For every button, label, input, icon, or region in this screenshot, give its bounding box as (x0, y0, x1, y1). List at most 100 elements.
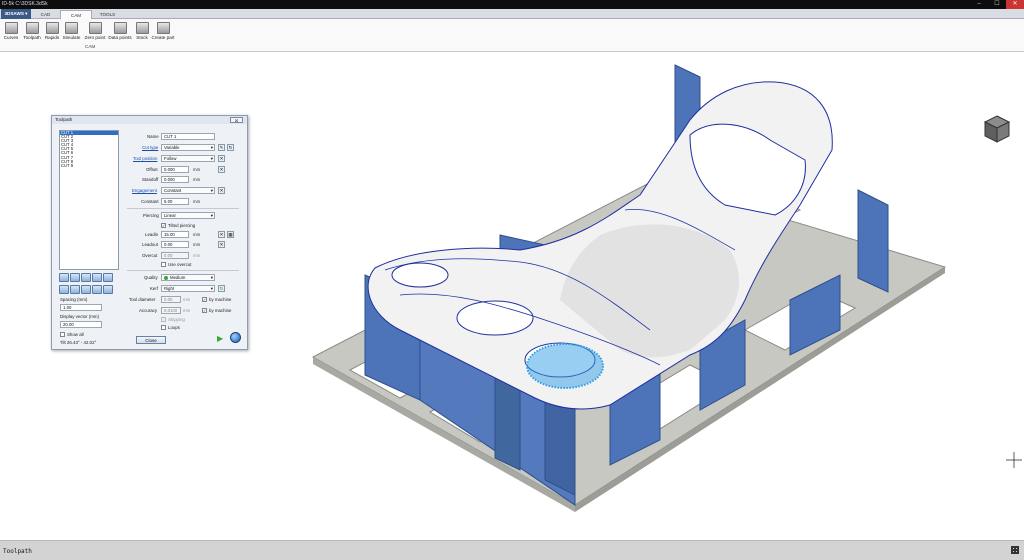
ribbon: Curves Toolpath Rapids Simulate Zero poi… (0, 19, 1024, 52)
by-machine-label: by machine (209, 308, 232, 313)
skipping-checkbox[interactable] (161, 317, 166, 322)
tool-diameter-field[interactable]: 0.00 (161, 296, 181, 303)
engagement-link[interactable]: Engagement (132, 188, 157, 193)
dialog-title: Toolpath ☒ (52, 116, 247, 124)
move-down-icon[interactable] (70, 273, 80, 282)
tool-position-link[interactable]: Tool position (133, 156, 157, 161)
curves-button[interactable]: Curves (3, 22, 19, 40)
leadin-edit-icon[interactable]: ▦ (227, 231, 234, 238)
piercing-select[interactable]: Linear (161, 212, 215, 219)
toolpath-dialog: Toolpath ☒ CUT 1 CUT 2 CUT 3 CUT 4 CUT 5 … (51, 115, 248, 350)
show-all-label: Show all (67, 332, 84, 337)
create-part-label: Create part (151, 35, 175, 40)
name-field[interactable]: CUT 1 (161, 133, 215, 140)
move-bottom-icon[interactable] (92, 273, 102, 282)
grid-icon[interactable] (1011, 546, 1019, 554)
window-controls: – ☐ ✕ (970, 0, 1024, 9)
engagement-select[interactable]: Constant (161, 187, 215, 194)
dialog-close-x-button[interactable]: ☒ (230, 117, 243, 123)
tab-cad[interactable]: CAD (33, 10, 58, 19)
skipping-label: Skipping (168, 317, 185, 322)
maximize-button[interactable]: ☐ (988, 0, 1006, 9)
stock-icon (135, 22, 149, 34)
leadin-unit: mm (193, 232, 201, 237)
help-globe-icon[interactable] (230, 332, 241, 343)
tilted-piercing-checkbox[interactable]: ✓ (161, 223, 166, 228)
refresh-icon[interactable]: ↻ (227, 144, 234, 151)
accuracy-field[interactable]: 0.0100 (161, 307, 181, 314)
rapids-button[interactable]: Rapids (44, 22, 60, 40)
kerf-label: Kerf (150, 286, 159, 291)
spacing-label: Spacing (mm) (60, 297, 88, 302)
view-cube[interactable] (983, 114, 1011, 150)
tab-cam[interactable]: CAM (60, 10, 92, 19)
join-icon[interactable] (81, 285, 91, 294)
delete-cut-icon[interactable] (70, 285, 80, 294)
quality-status-icon (164, 276, 168, 280)
pencil-icon[interactable]: ✎ (218, 144, 225, 151)
zero-point-icon (88, 22, 102, 34)
cut-list[interactable]: CUT 1 CUT 2 CUT 3 CUT 4 CUT 5 CUT 6 CUT … (59, 130, 119, 270)
toolpath-button[interactable]: Toolpath (22, 22, 42, 40)
move-up-icon[interactable] (59, 273, 69, 282)
crosshair-cursor-icon (1006, 452, 1022, 468)
tool-diameter-unit: mm (183, 297, 191, 302)
move-top-icon[interactable] (81, 273, 91, 282)
display-vector-field[interactable]: 20.00 (60, 321, 102, 328)
kerf-refresh-icon[interactable]: ↻ (218, 285, 225, 292)
tab-tools[interactable]: TOOLS (94, 10, 121, 19)
cut-type-link[interactable]: Cut type (142, 145, 158, 150)
quality-label: Quality (144, 275, 158, 280)
play-icon[interactable]: ▶ (217, 334, 223, 343)
overcut-field[interactable]: 0.00 (161, 252, 189, 259)
accuracy-label: Accuracy (139, 308, 158, 313)
name-label: Name (147, 134, 159, 139)
offset-field[interactable]: 0.000 (161, 166, 189, 173)
menu-tabs: 3DSAWS ▾ CAD CAM TOOLS (0, 9, 1024, 19)
simulate-button[interactable]: Simulate (61, 22, 82, 40)
tool-position-select[interactable]: Follow (161, 155, 215, 162)
clear-icon[interactable]: ✕ (218, 166, 225, 173)
cut-type-select[interactable]: Variable (161, 144, 215, 151)
clear-icon[interactable]: ✕ (218, 187, 225, 194)
leadin-label: Leadin (145, 232, 159, 237)
leadout-label: Leadout (142, 242, 158, 247)
use-overcut-checkbox[interactable] (161, 262, 166, 267)
ribbon-group-label: CAM (85, 44, 96, 49)
spacing-field[interactable]: 1.00 (60, 304, 102, 311)
tool-diameter-by-machine-checkbox[interactable]: ✓ (202, 297, 207, 302)
quality-select[interactable]: Medium (161, 274, 215, 281)
create-part-button[interactable]: Create part (151, 22, 175, 40)
accuracy-by-machine-checkbox[interactable]: ✓ (202, 308, 207, 313)
leadin-field[interactable]: 15.00 (161, 231, 189, 238)
kerf-select[interactable]: Right (161, 285, 215, 292)
cut-list-item[interactable]: CUT 9 (60, 163, 118, 168)
tilted-piercing-label: Tilted piercing (168, 223, 196, 228)
standoff-field[interactable]: 0.000 (161, 176, 189, 183)
data-points-button[interactable]: Data points (108, 22, 132, 40)
constant-field[interactable]: 5.00 (161, 198, 189, 205)
app-menu-button[interactable]: 3DSAWS ▾ (1, 9, 31, 19)
reverse-icon[interactable] (103, 273, 113, 282)
selected-cut-hole[interactable] (526, 343, 604, 389)
add-cut-icon[interactable] (59, 285, 69, 294)
loops-checkbox[interactable] (161, 325, 166, 330)
show-all-checkbox[interactable] (60, 332, 65, 337)
clear-icon[interactable]: ✕ (218, 231, 225, 238)
divider (127, 208, 239, 209)
zero-point-label: Zero point (84, 35, 106, 40)
window-close-button[interactable]: ✕ (1006, 0, 1024, 9)
window-title: ID-5k C:\3DSK.3dSk (2, 1, 48, 7)
stock-button[interactable]: Stock (134, 22, 150, 40)
minimize-button[interactable]: – (970, 0, 988, 9)
quality-value: Medium (170, 275, 186, 280)
edit-icon[interactable] (103, 285, 113, 294)
close-button[interactable]: Close (136, 336, 166, 344)
split-icon[interactable] (92, 285, 102, 294)
divider (127, 270, 239, 271)
clear-icon[interactable]: ✕ (218, 241, 225, 248)
zero-point-button[interactable]: Zero point (84, 22, 106, 40)
rapids-icon (45, 22, 59, 34)
clear-icon[interactable]: ✕ (218, 155, 225, 162)
leadout-field[interactable]: 0.00 (161, 241, 189, 248)
